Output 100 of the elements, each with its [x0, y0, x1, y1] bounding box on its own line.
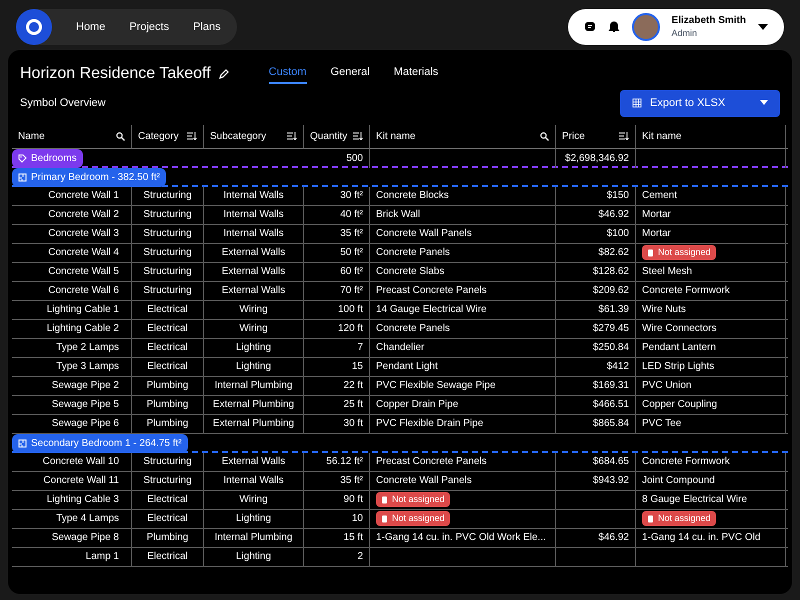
category-text: Electrical [147, 341, 188, 355]
category-text: Plumbing [146, 531, 188, 545]
subcategory-text: Internal Walls [223, 227, 284, 241]
quantity-text: 7 [357, 341, 363, 355]
chat-icon[interactable] [584, 21, 596, 33]
category-text: Electrical [147, 550, 188, 564]
kit-name: Concrete Panels [376, 246, 450, 260]
group-tag[interactable]: Secondary Bedroom 1 - 264.75 ft² [12, 434, 188, 452]
nav-link[interactable]: Plans [193, 10, 221, 44]
pencil-icon[interactable] [218, 69, 229, 79]
quantity-text: 70 ft² [340, 284, 363, 298]
kit-name: Concrete Panels [376, 322, 450, 336]
subcategory-text: Internal Plumbing [214, 531, 292, 545]
price-text: $209.62 [592, 284, 629, 298]
subcategory-text: Internal Walls [223, 189, 284, 203]
kit-name: Precast Concrete Panels [376, 284, 487, 298]
quantity-text: 10 [352, 512, 363, 526]
symbol-name: Concrete Wall 2 [48, 208, 119, 222]
kit-name: Wire Connectors [642, 322, 716, 336]
user-role: Admin [672, 28, 698, 39]
price-text: $100 [606, 227, 629, 241]
price-text: $865.84 [592, 417, 629, 431]
subcategory-text: Wiring [239, 322, 268, 336]
symbol-name: Sewage Pipe 8 [52, 531, 119, 545]
search-icon[interactable] [116, 132, 125, 140]
subcategory-text: Lighting [236, 512, 272, 526]
floor-plan-icon [18, 172, 27, 182]
caret-icon[interactable] [758, 23, 768, 31]
not-assigned-badge: Not assigned [642, 510, 716, 526]
nav-link[interactable]: Home [76, 10, 106, 44]
column-header: Category [138, 130, 179, 144]
symbol-name: Concrete Wall 4 [48, 246, 119, 260]
sort-icon[interactable] [353, 132, 363, 140]
symbol-name: Lighting Cable 1 [46, 303, 119, 317]
avatar [632, 13, 660, 41]
tab[interactable]: Materials [394, 64, 438, 84]
subcategory-text: External Plumbing [212, 417, 294, 431]
quantity-text: 15 ft [344, 531, 363, 545]
symbol-name: Lighting Cable 2 [46, 322, 119, 336]
subcategory-text: External Walls [222, 246, 286, 260]
category-text: Structuring [143, 284, 192, 298]
quantity-text: 56.12 ft² [326, 455, 363, 469]
subcategory-text: Lighting [236, 360, 272, 374]
quantity-text: 60 ft² [340, 265, 363, 279]
group-tag[interactable]: Primary Bedroom - 382.50 ft² [12, 168, 166, 186]
symbol-name: Lighting Cable 3 [46, 493, 119, 507]
floor-plan-icon [18, 438, 27, 448]
category-text: Plumbing [146, 379, 188, 393]
kit-name: 8 Gauge Electrical Wire [642, 493, 748, 507]
page-title: Horizon Residence Takeoff [20, 64, 211, 84]
column-header: Quantity [310, 130, 348, 144]
price-text: $82.62 [598, 246, 629, 260]
group-tag[interactable]: Bedrooms [12, 148, 83, 168]
symbol-name: Concrete Wall 10 [42, 455, 119, 469]
quantity-text: 22 ft [344, 379, 363, 393]
price-text: $684.65 [592, 455, 629, 469]
quantity-total: 500 [346, 152, 363, 166]
quantity-text: 35 ft² [340, 227, 363, 241]
symbol-name: Lamp 1 [86, 550, 119, 564]
not-assigned-badge: Not assigned [376, 510, 450, 526]
user-menu[interactable]: Elizabeth Smith Admin [568, 9, 784, 45]
subcategory-text: Lighting [236, 341, 272, 355]
bell-icon[interactable] [608, 21, 620, 33]
quantity-text: 15 [352, 360, 363, 374]
nav-link[interactable]: Projects [129, 10, 170, 44]
sort-icon[interactable] [619, 132, 629, 140]
tab[interactable]: General [330, 64, 370, 84]
kit-name: Pendant Lantern [642, 341, 716, 355]
column-header: Kit name [642, 130, 682, 144]
spreadsheet-icon [632, 98, 642, 108]
symbol-name: Concrete Wall 6 [48, 284, 119, 298]
price-text: $46.92 [598, 208, 629, 222]
category-text: Electrical [147, 493, 188, 507]
subcategory-text: Wiring [239, 303, 268, 317]
sort-icon[interactable] [187, 132, 197, 140]
logo-icon[interactable] [16, 9, 52, 45]
symbol-name: Concrete Wall 1 [48, 189, 119, 203]
column-header: Name [18, 130, 45, 144]
quantity-text: 30 ft [344, 417, 363, 431]
kit-name: PVC Flexible Drain Pipe [376, 417, 484, 431]
caret-icon [760, 100, 768, 106]
not-assigned-badge: Not assigned [376, 492, 450, 508]
user-name: Elizabeth Smith [672, 15, 746, 28]
sort-icon[interactable] [287, 132, 297, 140]
price-text: $412 [606, 360, 629, 374]
price-text: $943.92 [592, 474, 629, 488]
export-button[interactable]: Export to XLSX [620, 90, 780, 116]
column-header: Price [562, 130, 585, 144]
category-text: Electrical [147, 512, 188, 526]
price-text: $128.62 [592, 265, 629, 279]
tab[interactable]: Custom [268, 64, 307, 84]
subcategory-text: Internal Plumbing [214, 379, 292, 393]
search-icon[interactable] [540, 132, 549, 140]
quantity-text: 25 ft [344, 398, 363, 412]
category-text: Electrical [147, 303, 188, 317]
category-text: Electrical [147, 322, 188, 336]
not-assigned-badge: Not assigned [642, 244, 716, 260]
kit-name: 14 Gauge Electrical Wire [376, 303, 487, 317]
symbol-name: Type 4 Lamps [56, 512, 119, 526]
kit-name: Cement [642, 189, 678, 203]
